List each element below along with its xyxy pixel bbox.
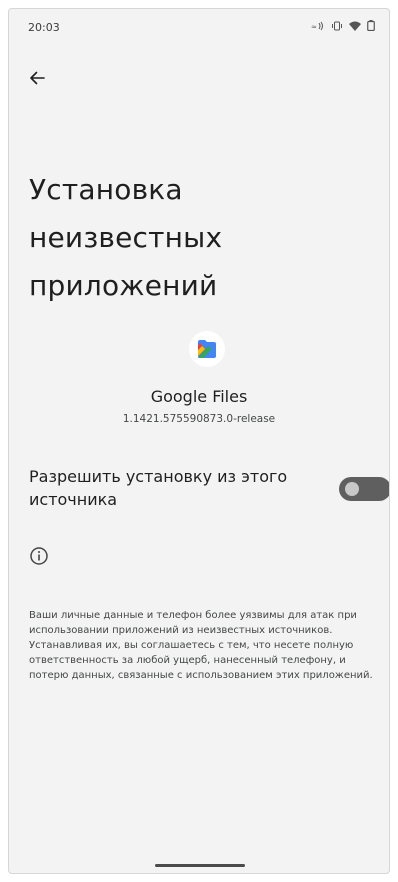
arrow-back-icon	[29, 70, 45, 90]
status-icons: ≈	[311, 20, 375, 31]
back-button[interactable]	[24, 67, 50, 93]
warning-text: Ваши личные данные и телефон более уязви…	[29, 610, 373, 681]
vibrate-icon	[331, 21, 343, 31]
battery-icon	[367, 20, 375, 31]
allow-install-setting[interactable]: Разрешить установку из этого источника	[29, 465, 389, 511]
svg-text:≈: ≈	[311, 23, 317, 31]
page-title: Установка неизвестных приложений	[29, 172, 223, 302]
info-icon	[29, 546, 49, 566]
status-bar: 20:03 ≈	[9, 9, 389, 45]
volte-signal-icon: ≈	[311, 21, 325, 31]
allow-install-label: Разрешить установку из этого источника	[29, 467, 288, 509]
status-time: 20:03	[28, 21, 60, 34]
allow-install-toggle[interactable]	[339, 477, 389, 501]
app-version: 1.1421.575590873.0-release	[122, 413, 276, 425]
toggle-knob	[345, 482, 359, 496]
wifi-icon	[349, 21, 361, 31]
settings-screen: 20:03 ≈ Установка неизвестных приложений…	[8, 8, 390, 874]
navigation-handle[interactable]	[155, 864, 245, 867]
google-files-icon	[189, 331, 225, 367]
app-name: Google Files	[150, 387, 248, 406]
